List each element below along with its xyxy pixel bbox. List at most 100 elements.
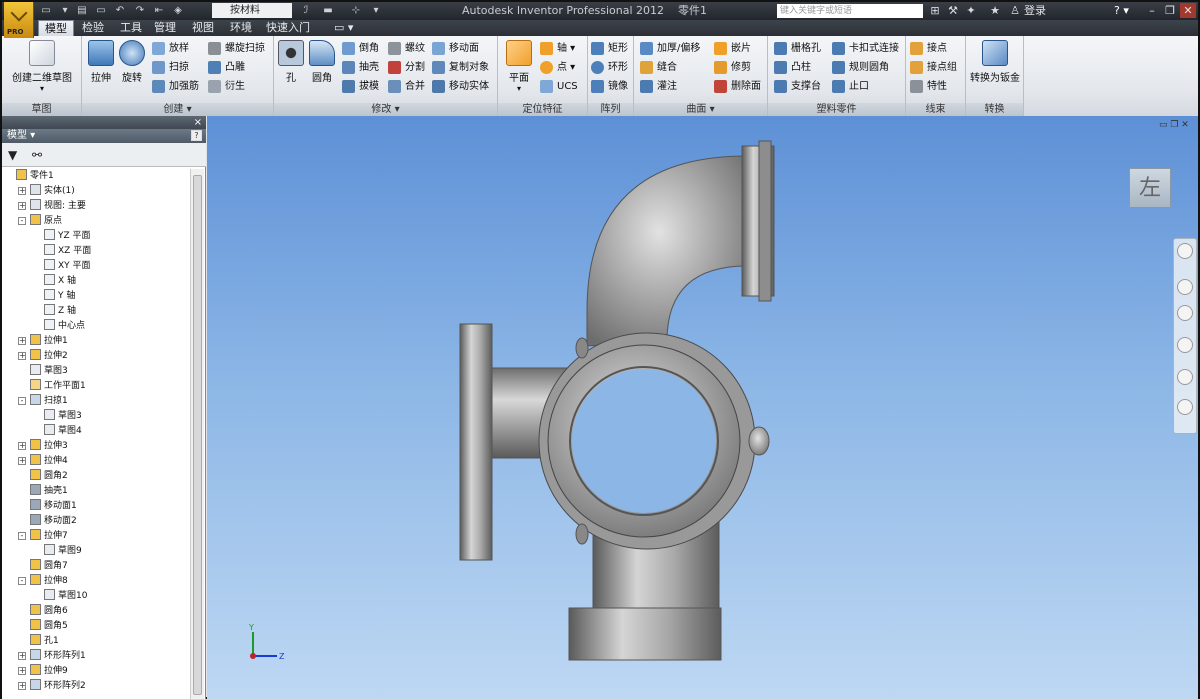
material-select[interactable]: 按材料 (212, 3, 292, 18)
tree-node[interactable]: 工作平面1 (30, 379, 86, 393)
tree-node[interactable]: 草图10 (44, 589, 87, 603)
trim-button[interactable]: 修剪 (714, 59, 751, 76)
boss-button[interactable]: 凸柱 (774, 59, 811, 76)
pipe-model[interactable] (207, 116, 1198, 699)
tree-node[interactable]: 移动面2 (30, 514, 77, 528)
steering-wheel-icon[interactable] (1177, 243, 1193, 259)
tree-expander[interactable]: - (18, 397, 26, 405)
tree-expander[interactable]: + (18, 352, 26, 360)
mirror-button[interactable]: 镜像 (591, 78, 628, 95)
tree-node[interactable]: 视图: 主要 (30, 199, 86, 213)
communication-icon[interactable]: ✦ (964, 4, 978, 18)
tree-node[interactable]: 草图3 (30, 364, 68, 378)
tree-expander[interactable]: + (18, 652, 26, 660)
rule-fillet-button[interactable]: 规则圆角 (832, 59, 889, 76)
tab-manage[interactable]: 管理 (148, 20, 182, 36)
tree-node[interactable]: 拉伸9 (30, 664, 68, 678)
view-face-icon[interactable] (1177, 369, 1193, 385)
tab-get-started[interactable]: 快速入门 (260, 20, 316, 36)
browser-close-icon[interactable]: × (194, 116, 202, 129)
loft-button[interactable]: 放样 (152, 40, 189, 57)
browser-help-icon[interactable]: ? (191, 130, 202, 141)
ucs-button[interactable]: UCS (540, 78, 578, 95)
rect-pattern-button[interactable]: 矩形 (591, 40, 628, 57)
splice-button[interactable]: 接点 (910, 40, 947, 57)
tree-node[interactable]: 扫掠1 (30, 394, 68, 408)
tree-node[interactable]: 实体(1) (30, 184, 75, 198)
browser-title[interactable]: 模型 ▾? (2, 129, 206, 143)
tree-node[interactable]: XY 平面 (44, 259, 91, 273)
update-icon[interactable]: ◈ (170, 4, 186, 18)
tree-node[interactable]: Y 轴 (44, 289, 75, 303)
tree-expander[interactable]: + (18, 337, 26, 345)
params-icon[interactable]: ⊹ (346, 4, 366, 18)
help-button[interactable]: ? ▾ (1114, 4, 1138, 18)
tree-expander[interactable]: - (18, 217, 26, 225)
tab-extra-icon[interactable]: ▭ ▾ (328, 20, 359, 36)
rib-button[interactable]: 加强筋 (152, 78, 199, 95)
lip-button[interactable]: 止口 (832, 78, 869, 95)
emboss-button[interactable]: 凸雕 (208, 59, 245, 76)
chamfer-button[interactable]: 倒角 (342, 40, 379, 57)
circ-pattern-button[interactable]: 环形 (591, 59, 628, 76)
thicken-button[interactable]: 加厚/偏移 (640, 40, 700, 57)
tree-node[interactable]: 原点 (30, 214, 62, 228)
favorites-icon[interactable]: ★ (988, 4, 1002, 18)
user-icon[interactable]: ♙ (1008, 4, 1022, 18)
split-button[interactable]: 分割 (388, 59, 425, 76)
tree-node[interactable]: 零件1 (16, 169, 54, 183)
tree-expander[interactable]: + (18, 202, 26, 210)
viewcube[interactable]: 左 (1129, 168, 1171, 208)
copy-object-button[interactable]: 复制对象 (432, 59, 489, 76)
tab-tools[interactable]: 工具 (114, 20, 148, 36)
tree-node[interactable]: 草图9 (44, 544, 82, 558)
filter-icon[interactable]: ▼ (8, 148, 17, 162)
thread-button[interactable]: 螺纹 (388, 40, 425, 57)
appearance-icon[interactable]: ℐ (298, 4, 314, 18)
tree-node[interactable]: 拉伸2 (30, 349, 68, 363)
minimize-button[interactable]: – (1144, 3, 1160, 18)
new-icon[interactable]: ▭ (38, 4, 54, 18)
delete-face-button[interactable]: 删除面 (714, 78, 761, 95)
tree-node[interactable]: 移动面1 (30, 499, 77, 513)
tree-node[interactable]: 拉伸7 (30, 529, 68, 543)
tree-node[interactable]: 圆角5 (30, 619, 68, 633)
panel-create-title[interactable]: 创建 ▾ (82, 103, 273, 116)
browser-handle[interactable]: × (2, 116, 206, 129)
tree-expander[interactable]: + (18, 682, 26, 690)
tree-node[interactable]: 草图4 (44, 424, 82, 438)
point-button[interactable]: 点 ▾ (540, 59, 575, 76)
hole-button[interactable]: 孔 (278, 40, 304, 84)
tab-environments[interactable]: 环境 (224, 20, 258, 36)
restore-button[interactable]: ❐ (1162, 3, 1178, 18)
tree-expander[interactable]: + (18, 457, 26, 465)
move-body-button[interactable]: 移动实体 (432, 78, 489, 95)
create-2d-sketch-button[interactable]: 创建二维草图 ▾ (10, 40, 74, 93)
revolve-button[interactable]: 旋转 (118, 40, 146, 84)
subscription-icon[interactable]: ⚒ (946, 4, 960, 18)
tree-node[interactable]: Z 轴 (44, 304, 76, 318)
move-face-button[interactable]: 移动面 (432, 40, 479, 57)
sculpt-button[interactable]: 嵌片 (714, 40, 751, 57)
rest-button[interactable]: 支撑台 (774, 78, 821, 95)
snap-fit-button[interactable]: 卡扣式连接 (832, 40, 899, 57)
coil-button[interactable]: 螺旋扫掠 (208, 40, 265, 57)
property-button[interactable]: 特性 (910, 78, 947, 95)
orbit-icon[interactable] (1177, 337, 1193, 353)
open-icon[interactable]: ▾ (58, 4, 72, 18)
redo-icon[interactable]: ↷ (132, 4, 148, 18)
tree-expander[interactable]: + (18, 667, 26, 675)
tree-node[interactable]: 圆角2 (30, 469, 68, 483)
qa-more-icon[interactable]: ▾ (368, 4, 384, 18)
patch-button[interactable]: 灌注 (640, 78, 677, 95)
tree-node[interactable]: 中心点 (44, 319, 85, 333)
panel-surface-title[interactable]: 曲面 ▾ (634, 103, 767, 116)
undo-icon[interactable]: ↶ (112, 4, 128, 18)
extrude-button[interactable]: 拉伸 (88, 40, 114, 84)
shell-button[interactable]: 抽壳 (342, 59, 379, 76)
tree-node[interactable]: 环形阵列2 (30, 679, 86, 693)
login-button[interactable]: 登录 (1024, 2, 1046, 20)
look-at-icon[interactable] (1177, 399, 1193, 415)
tree-node[interactable]: 草图3 (44, 409, 82, 423)
tree-expander[interactable]: + (18, 442, 26, 450)
